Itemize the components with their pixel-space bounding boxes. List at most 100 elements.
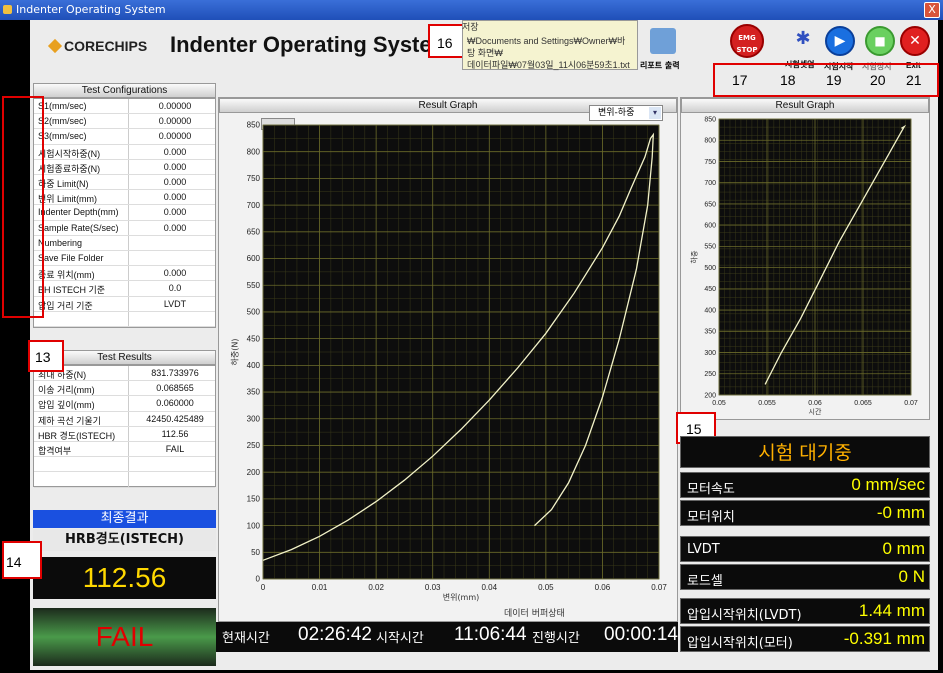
y-tick-label: 200: [704, 392, 716, 399]
table-row: [34, 311, 215, 327]
status-label: 압입시작위치(LVDT): [687, 608, 802, 623]
annotation-14: 14: [2, 541, 42, 579]
app-title: Indenter Operating System: [170, 32, 452, 57]
corechips-logo: CORECHIPS: [47, 38, 148, 54]
x-tick-label: 0.05: [538, 583, 554, 592]
logo-text: CORECHIPS: [64, 38, 148, 54]
save-path-line1: ₩Documents and Settings₩Owner₩바탕 화면₩: [467, 36, 626, 58]
start-time-value: 11:06:44: [454, 624, 527, 645]
status-row: 로드셀 0 N: [680, 564, 930, 590]
row-divider: [128, 205, 129, 220]
annotation-19: 19: [826, 72, 842, 88]
status-value: 1.44 mm: [858, 601, 925, 620]
status-row: 압입시작위치(모터) -0.391 mm: [680, 626, 930, 652]
row-divider: [128, 220, 129, 235]
row-divider: [128, 411, 129, 426]
config-table: S1(mm/sec) 0.00000 S2(mm/sec) 0.00000 S3(mm/…: [33, 98, 216, 328]
row-value: 0.000: [163, 207, 187, 218]
start-button[interactable]: ▶: [825, 26, 855, 56]
emg-stop-button[interactable]: EMG STOP: [730, 24, 764, 58]
y-tick-label: 100: [247, 521, 261, 530]
main-graph-panel: Result Graph 변위-하중 ▾ 0 0.01 0.02 0.03 0.04 0.0…: [218, 97, 678, 622]
table-row: Sample Rate(S/sec) 0.000: [34, 220, 215, 236]
x-tick-label: 0.06: [808, 400, 822, 407]
x-tick-label: 0.07: [904, 400, 918, 407]
printer-icon[interactable]: [650, 28, 676, 54]
row-divider: [128, 426, 129, 441]
row-value: 0.000: [163, 192, 187, 203]
row-label: 변위 Limit(mm): [38, 194, 98, 205]
table-row: BH ISTECH 기준 0.0: [34, 281, 215, 297]
row-value: 42450.425489: [146, 413, 204, 424]
row-value: FAIL: [165, 444, 185, 454]
x-tick-label: 0.06: [595, 583, 611, 592]
y-tick-label: 350: [247, 388, 261, 397]
status-row: 모터속도 0 mm/sec: [680, 472, 930, 498]
status-value: 0 mm: [882, 539, 926, 558]
annotation-config-box: [2, 96, 44, 318]
x-tick-label: 0.04: [481, 583, 497, 592]
table-row: S3(mm/sec) 0.00000: [34, 129, 215, 145]
y-tick-label: 550: [704, 244, 716, 251]
annotation-20: 20: [870, 72, 886, 88]
row-value: 0.00000: [158, 116, 192, 127]
side-graph-panel: Result Graph 0.05 0.055 0.06 0.065 0.07 200 25…: [680, 97, 930, 420]
y-tick-label: 850: [247, 121, 261, 130]
window-close-button[interactable]: X: [924, 2, 940, 18]
results-table: 최대 하중(N) 831.733976 이송 거리(mm) 0.068565 압입 깊이…: [33, 365, 216, 488]
final-result-subtitle: HRB경도(ISTECH): [33, 529, 216, 551]
table-row: HBR 경도(ISTECH) 112.56: [34, 426, 215, 442]
final-hardness-value: 112.56: [33, 557, 216, 599]
row-divider: [128, 442, 129, 457]
y-tick-label: 50: [251, 548, 260, 557]
row-label: 이송 거리(mm): [38, 385, 95, 396]
start-time-label: 시작시간: [376, 631, 424, 646]
y-tick-label: 800: [247, 147, 261, 156]
y-tick-label: 750: [247, 174, 261, 183]
y-tick-label: 400: [247, 361, 261, 370]
annotation-18: 18: [780, 72, 796, 88]
table-row: 압입 깊이(mm) 0.060000: [34, 396, 215, 412]
save-path-line2: 데이터파일₩07월03일_11시06분59초1.txt: [467, 60, 630, 70]
row-value: 0.000: [163, 177, 187, 187]
row-value: 112.56: [161, 428, 189, 439]
y-tick-label: 250: [704, 371, 716, 378]
status-row: 압입시작위치(LVDT) 1.44 mm: [680, 598, 930, 624]
row-value: 0.000: [163, 222, 187, 233]
y-tick-label: 800: [704, 138, 716, 145]
status-value: 0 mm/sec: [851, 475, 925, 494]
y-tick-label: 450: [704, 286, 716, 293]
row-label: 압입 거리 기준: [38, 300, 93, 311]
config-header: Test Configurations: [33, 83, 216, 98]
current-time-label: 현재시간: [222, 631, 270, 646]
setup-icon[interactable]: ✱: [788, 24, 818, 54]
x-axis-label: 시간: [809, 407, 822, 416]
y-tick-label: 200: [247, 468, 261, 477]
report-button[interactable]: 리포트 출력: [640, 60, 680, 71]
annotation-21: 21: [906, 72, 922, 88]
row-label: BH ISTECH 기준: [38, 285, 106, 296]
row-divider: [128, 251, 129, 266]
exit-button[interactable]: ✕: [900, 26, 930, 56]
row-divider: [128, 311, 129, 326]
y-tick-label: 350: [704, 329, 716, 336]
annotation-17: 17: [732, 72, 748, 88]
buffer-status-label: 데이터 버퍼상태: [504, 609, 565, 619]
row-label: S1(mm/sec): [38, 101, 87, 111]
row-divider: [128, 472, 129, 487]
row-value: LVDT: [163, 298, 187, 309]
status-row: 모터위치 -0 mm: [680, 500, 930, 526]
row-value: 0.00000: [158, 131, 192, 142]
y-tick-label: 0: [256, 575, 261, 584]
row-label: 압입 깊이(mm): [38, 400, 95, 411]
x-tick-label: 0: [261, 583, 266, 592]
row-value: 0.000: [163, 161, 187, 172]
row-label: Save File Folder: [38, 253, 104, 263]
app-icon: [3, 5, 12, 14]
row-value: 0.068565: [156, 383, 194, 394]
table-row: Indenter Depth(mm) 0.000: [34, 205, 215, 221]
row-value: 831.733976: [151, 368, 199, 378]
status-value: -0.391 mm: [843, 629, 925, 648]
stop-button[interactable]: ■: [865, 26, 895, 56]
row-label: 하중 Limit(N): [38, 179, 89, 189]
